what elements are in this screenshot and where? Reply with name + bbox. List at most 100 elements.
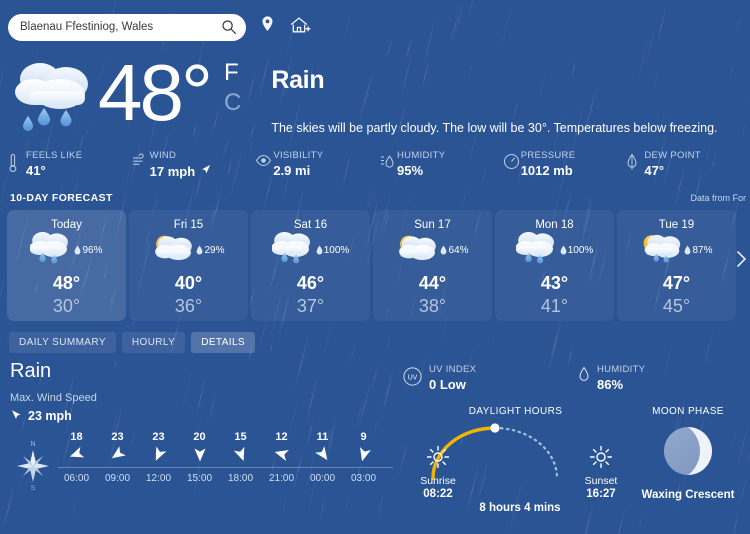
unit-fahrenheit[interactable]: F xyxy=(224,58,241,88)
precip-value: 87% xyxy=(692,244,713,256)
max-wind-value-wrap: 23 mph xyxy=(10,407,395,424)
forecast-day: Tue 19 xyxy=(658,219,695,231)
search-input[interactable] xyxy=(8,21,206,33)
wind-time-label: 18:00 xyxy=(227,473,254,484)
tab-hourly[interactable]: HOURLY xyxy=(121,332,186,353)
moon-phase-widget: MOON PHASE Waxing Crescent xyxy=(628,406,748,501)
search-box[interactable] xyxy=(8,13,246,41)
compass-rose-icon: N S xyxy=(10,431,56,498)
precipitation-chance: 64% xyxy=(440,245,469,256)
max-wind-value: 23 mph xyxy=(28,408,72,423)
humidity-label: HUMIDITY xyxy=(597,364,646,375)
forecast-day: Mon 18 xyxy=(535,219,574,231)
wind-direction-arrow-icon xyxy=(10,407,24,424)
wind-direction-arrow-icon xyxy=(302,443,343,465)
wind-time-label: 15:00 xyxy=(186,473,213,484)
wind-time-label: 06:00 xyxy=(63,473,90,484)
sunrise-time: 08:22 xyxy=(423,488,453,500)
precip-value: 96% xyxy=(82,244,103,256)
unit-celsius[interactable]: C xyxy=(224,88,241,118)
forecast-card[interactable]: Tue 19 87% 47° 45° xyxy=(617,210,736,321)
precipitation-chance: 100% xyxy=(316,244,350,256)
dewdrop-icon xyxy=(626,153,644,176)
wind-time-label: 12:00 xyxy=(145,473,172,484)
wind-column: 20 xyxy=(179,431,220,465)
precipitation-chance: 100% xyxy=(560,244,594,256)
search-icon[interactable] xyxy=(221,19,237,40)
precipitation-chance: 29% xyxy=(196,244,225,256)
metric-dew-point: DEW POINT 47° xyxy=(626,150,750,190)
chevron-right-icon[interactable] xyxy=(736,250,748,272)
sunset-time: 16:27 xyxy=(586,488,616,500)
wind-axis-line xyxy=(58,467,393,468)
wind-direction-arrow-icon xyxy=(97,443,138,465)
wind-direction-arrow-icon xyxy=(343,443,384,465)
humidity-value: 86% xyxy=(597,377,624,392)
forecast-card[interactable]: Mon 18 100% 43° 41° xyxy=(495,210,614,321)
current-conditions: 48° F C Rain The skies will be partly cl… xyxy=(0,44,750,144)
forecast-high: 40° xyxy=(174,273,203,293)
rain-cloud-icon xyxy=(10,56,96,134)
metric-wind: WIND 17 mph xyxy=(132,150,256,190)
wind-column: 11 xyxy=(302,431,343,465)
tab-details[interactable]: DETAILS xyxy=(191,332,255,353)
metric-pressure: PRESSURE 1012 mb xyxy=(503,150,627,190)
rain-cloud-icon xyxy=(29,231,72,269)
metric-value: 41° xyxy=(26,163,46,178)
gauge-icon xyxy=(503,153,521,175)
forecast-high: 47° xyxy=(662,273,691,293)
add-home-icon[interactable] xyxy=(289,15,311,40)
forecast-day: Today xyxy=(51,219,82,231)
metric-value: 95% xyxy=(397,163,424,178)
forecast-card[interactable]: Fri 15 29% 40° 36° xyxy=(129,210,248,321)
detail-panel: Rain Max. Wind Speed 23 mph N S 18 23 23… xyxy=(0,356,750,514)
metric-label: HUMIDITY xyxy=(397,150,446,161)
wind-detail-section: Rain Max. Wind Speed 23 mph N S 18 23 23… xyxy=(0,360,395,501)
forecast-day: Fri 15 xyxy=(173,219,204,231)
forecast-high: 44° xyxy=(418,273,447,293)
wind-direction-arrow-icon xyxy=(179,443,220,465)
metric-feels-like: FEELS LIKE 41° xyxy=(8,150,132,190)
wind-speed-value: 12 xyxy=(275,431,288,443)
eye-icon xyxy=(255,153,273,172)
wind-chart: N S 18 23 23 20 15 12 11 9 06:00 09:00 1… xyxy=(10,431,395,498)
forecast-high: 46° xyxy=(296,273,325,293)
wind-speed-value: 18 xyxy=(70,431,83,443)
precip-value: 29% xyxy=(204,244,225,256)
rain-cloud-icon xyxy=(515,231,558,269)
uv-index-label: UV INDEX xyxy=(429,364,477,375)
precip-value: 100% xyxy=(323,244,350,256)
wind-time-label: 09:00 xyxy=(104,473,131,484)
sunset-block: Sunset 16:27 xyxy=(574,445,628,500)
forecast-strip[interactable]: Today 96% 48° 30° Fri 15 29% 40° 36° Sat… xyxy=(0,204,750,326)
tab-daily-summary[interactable]: DAILY SUMMARY xyxy=(9,332,116,353)
forecast-card[interactable]: Sun 17 64% 44° 38° xyxy=(373,210,492,321)
metric-label: FEELS LIKE xyxy=(26,150,83,161)
uv-index-metric: UV UV INDEX 0 Low xyxy=(403,364,578,392)
wind-column: 23 xyxy=(138,431,179,465)
forecast-low: 38° xyxy=(418,296,447,316)
forecast-header: 10-DAY FORECAST Data from For xyxy=(0,190,750,204)
metric-value-wrap: 17 mph xyxy=(150,163,213,179)
metric-value: 2.9 mi xyxy=(273,163,311,178)
precip-value: 100% xyxy=(567,244,594,256)
sunrise-block: Sunrise 08:22 xyxy=(411,445,465,500)
sun-cloud-icon xyxy=(152,232,194,269)
wind-time-label: 00:00 xyxy=(309,473,336,484)
moon-phase-title: MOON PHASE xyxy=(652,406,724,417)
forecast-card[interactable]: Sat 16 100% 46° 37° xyxy=(251,210,370,321)
current-temperature: 48° xyxy=(98,48,213,137)
wind-speed-row: 18 23 23 20 15 12 11 9 xyxy=(56,431,395,465)
detail-tabs[interactable]: DAILY SUMMARY HOURLY DETAILS xyxy=(0,326,750,356)
sun-cloud-icon xyxy=(396,232,438,269)
precipitation-chance: 96% xyxy=(74,244,103,256)
forecast-high: 43° xyxy=(540,273,569,293)
metrics-row: FEELS LIKE 41° WIND 17 mph VISIBILITY 2.… xyxy=(0,144,750,190)
forecast-low: 36° xyxy=(174,296,203,316)
uv-icon: UV xyxy=(403,367,422,391)
metric-value: 17 mph xyxy=(149,163,196,179)
location-pin-icon[interactable] xyxy=(260,15,275,39)
forecast-source: Data from For xyxy=(690,193,746,203)
forecast-low: 45° xyxy=(662,296,691,316)
forecast-card[interactable]: Today 96% 48° 30° xyxy=(7,210,126,321)
